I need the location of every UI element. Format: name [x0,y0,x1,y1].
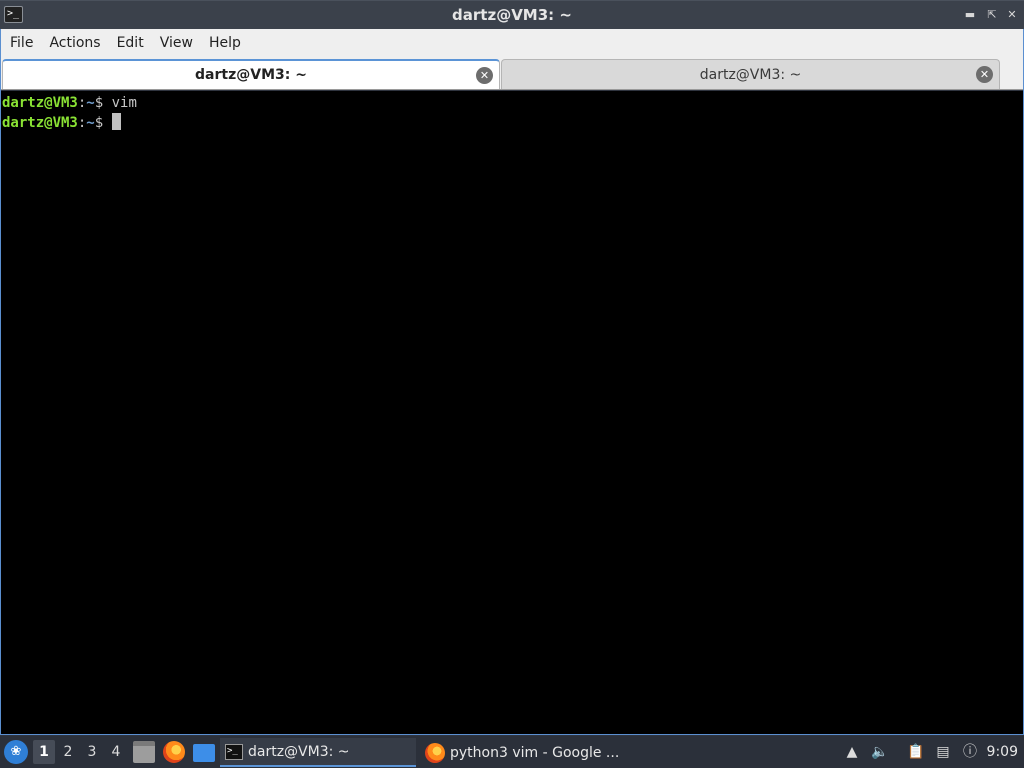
desktop-3[interactable]: 3 [81,740,103,764]
task-firefox[interactable]: python3 vim - Google ... [420,738,620,767]
menu-file[interactable]: File [4,29,39,57]
window-titlebar[interactable]: >_ dartz@VM3: ~ ▬ ⇱ ✕ [0,0,1024,29]
tab-label: dartz@VM3: ~ [195,67,307,83]
notification-icon[interactable]: ⓘ [961,742,979,762]
updates-icon[interactable]: ▲ [843,742,861,762]
prompt-user: dartz@VM3 [2,95,78,111]
minimize-icon[interactable]: ▬ [962,7,978,23]
prompt-path: ~ [86,115,95,131]
menu-edit[interactable]: Edit [111,29,150,57]
command-text: vim [111,95,137,111]
file-manager-icon[interactable] [133,741,155,763]
volume-icon[interactable]: 🔈 [871,742,889,762]
tab-close-icon[interactable]: ✕ [976,66,993,83]
prompt-symbol: $ [94,115,112,131]
tab-1[interactable]: dartz@VM3: ~ ✕ [2,59,500,89]
firefox-icon[interactable] [163,741,185,763]
task-terminal[interactable]: >_ dartz@VM3: ~ [220,738,416,767]
desktop-1[interactable]: 1 [33,740,55,764]
maximize-icon[interactable]: ⇱ [984,7,1000,23]
window-title: dartz@VM3: ~ [452,6,572,24]
taskbar: ❀ 1 2 3 4 >_ dartz@VM3: ~ python3 vim - … [0,736,1024,768]
network-icon[interactable]: ▤ [934,742,952,762]
tab-close-icon[interactable]: ✕ [476,67,493,84]
show-desktop-icon[interactable] [193,744,215,762]
task-label: python3 vim - Google ... [450,744,620,761]
clock[interactable]: 9:09 [987,736,1018,768]
terminal-line: dartz@VM3:~$ vim [2,93,1022,113]
terminal-view[interactable]: dartz@VM3:~$ vim dartz@VM3:~$ [1,91,1023,734]
desktop-4[interactable]: 4 [105,740,127,764]
tab-2[interactable]: dartz@VM3: ~ ✕ [501,59,1000,89]
prompt-path: ~ [86,95,95,111]
text-cursor [111,113,121,130]
prompt-user: dartz@VM3 [2,115,78,131]
menu-actions[interactable]: Actions [43,29,106,57]
start-menu-icon[interactable]: ❀ [4,740,28,764]
close-icon[interactable]: ✕ [1004,7,1020,23]
menubar: File Actions Edit View Help [0,29,1024,57]
menu-view[interactable]: View [154,29,199,57]
firefox-icon [425,742,445,763]
tab-bar: dartz@VM3: ~ ✕ dartz@VM3: ~ ✕ [0,57,1024,90]
clipboard-icon[interactable]: 📋 [907,742,925,762]
desktop-2[interactable]: 2 [57,740,79,764]
terminal-icon: >_ [225,743,243,760]
prompt-symbol: $ [94,95,112,111]
terminal-line: dartz@VM3:~$ [2,113,1022,133]
menu-help[interactable]: Help [203,29,247,57]
task-label: dartz@VM3: ~ [248,743,350,760]
tab-label: dartz@VM3: ~ [699,66,802,83]
